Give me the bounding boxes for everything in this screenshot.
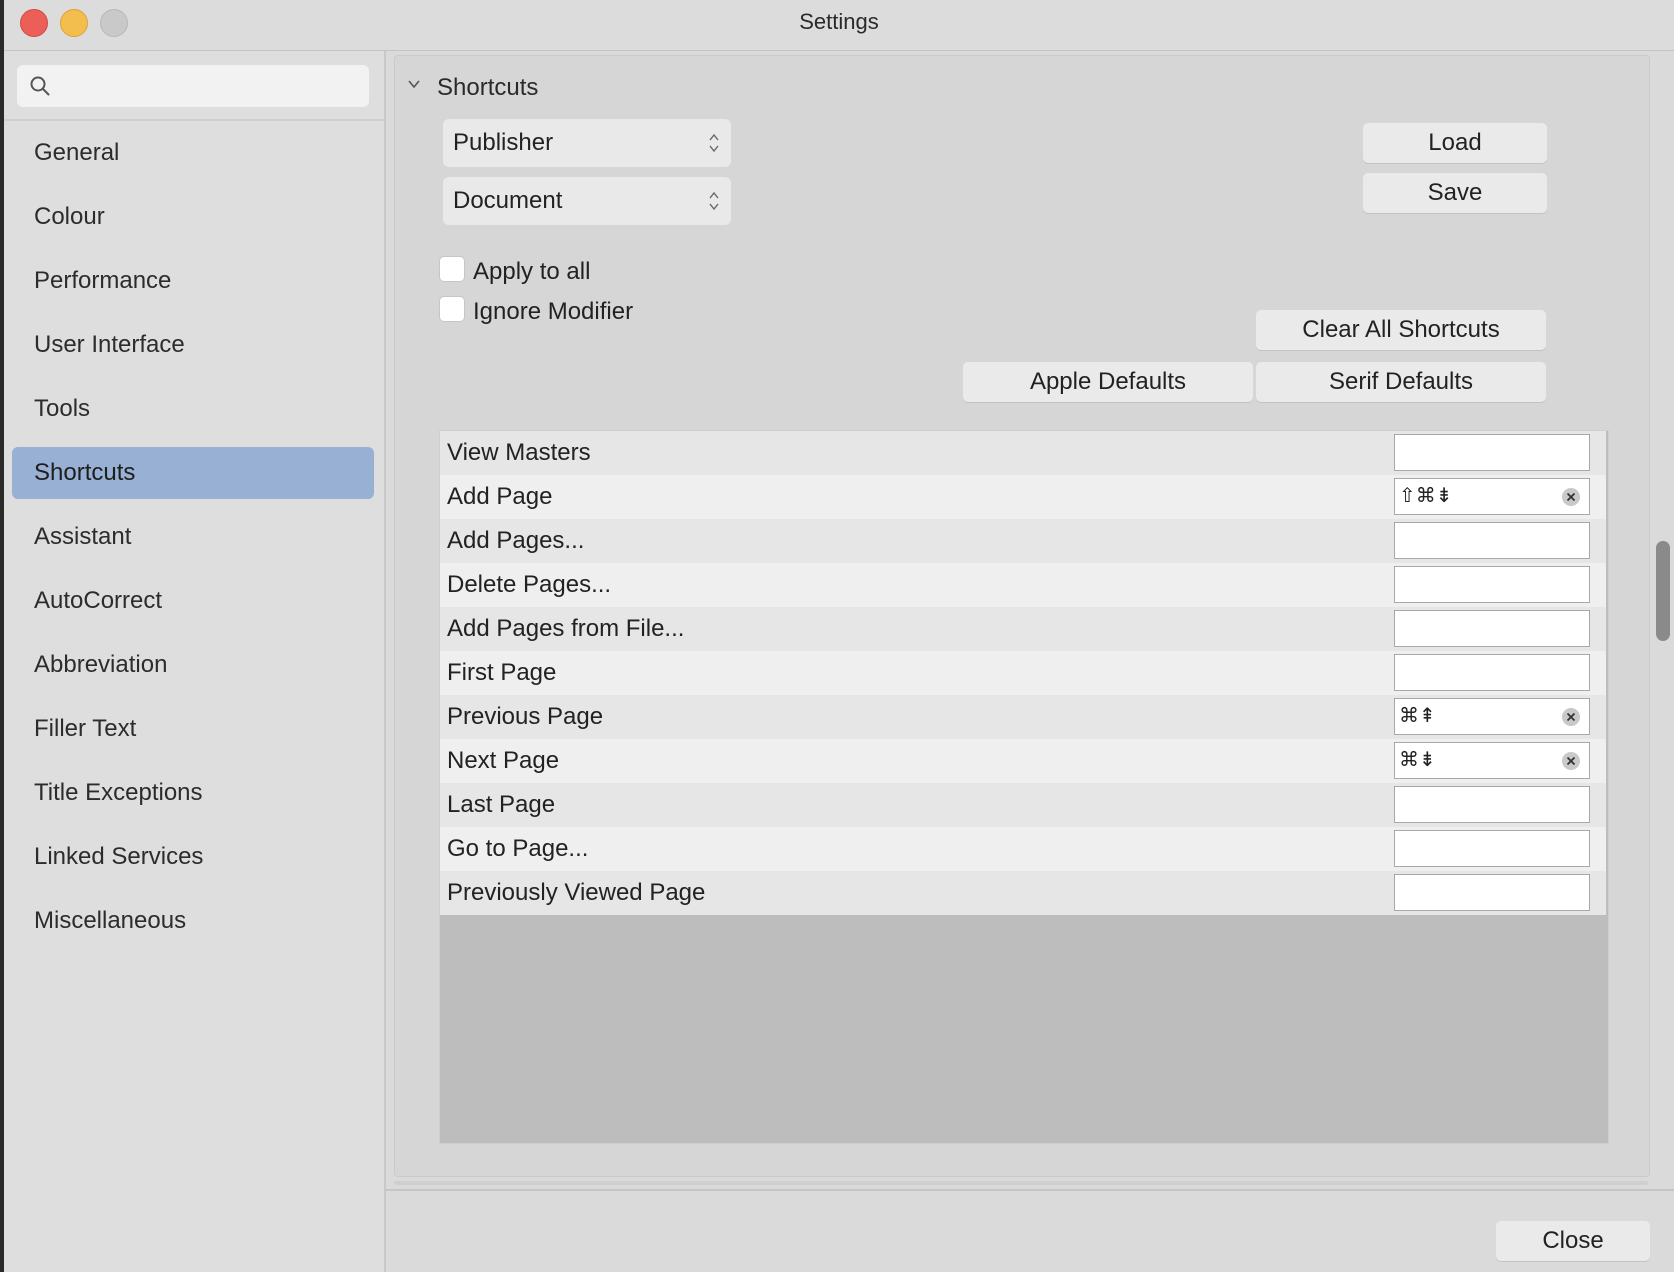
clear-all-shortcuts-button[interactable]: Clear All Shortcuts — [1256, 310, 1546, 350]
clear-shortcut-icon[interactable] — [1561, 487, 1581, 507]
shortcut-key-field[interactable] — [1394, 522, 1590, 559]
shortcut-label: Add Pages... — [447, 527, 585, 554]
shortcut-key-field[interactable] — [1394, 786, 1590, 823]
sidebar-item-linked-services[interactable]: Linked Services — [12, 831, 374, 883]
shortcut-row-add-page[interactable]: Add Page ⇧⌘⇟ — [440, 475, 1606, 519]
close-button[interactable]: Close — [1496, 1221, 1650, 1261]
shortcut-row-previously-viewed-page[interactable]: Previously Viewed Page — [440, 871, 1606, 915]
sidebar-item-miscellaneous[interactable]: Miscellaneous — [12, 895, 374, 947]
title-bar: Settings — [4, 0, 1674, 51]
shortcuts-panel: Shortcuts Publisher Document Load Save A… — [394, 55, 1650, 1177]
shortcut-label: Previously Viewed Page — [447, 879, 706, 906]
shortcut-row-delete-pages[interactable]: Delete Pages... — [440, 563, 1606, 607]
context-select-value: Document — [453, 187, 563, 214]
sidebar-item-title-exceptions[interactable]: Title Exceptions — [12, 767, 374, 819]
shortcut-row-first-page[interactable]: First Page — [440, 651, 1606, 695]
sidebar-item-filler-text[interactable]: Filler Text — [12, 703, 374, 755]
chevron-down-icon — [408, 80, 420, 89]
shortcut-label: Go to Page... — [447, 835, 589, 862]
sidebar-item-colour[interactable]: Colour — [12, 191, 374, 243]
shortcut-key-text: ⇧⌘⇟ — [1399, 483, 1453, 507]
shortcut-label: First Page — [447, 659, 557, 686]
up-down-arrows-icon — [709, 191, 719, 211]
sidebar-item-general[interactable]: General — [12, 127, 374, 179]
shortcut-key-text: ⌘⇞ — [1399, 703, 1436, 727]
shortcut-row-next-page[interactable]: Next Page ⌘⇟ — [440, 739, 1606, 783]
shortcut-label: Delete Pages... — [447, 571, 612, 598]
sidebar-item-assistant[interactable]: Assistant — [12, 511, 374, 563]
app-select-value: Publisher — [453, 129, 554, 156]
ignore-modifier-row[interactable]: Ignore Modifier — [439, 296, 633, 326]
shortcut-key-field[interactable]: ⌘⇞ — [1394, 698, 1590, 735]
scrollbar-thumb[interactable] — [1656, 541, 1670, 641]
ignore-modifier-label: Ignore Modifier — [473, 298, 634, 325]
footer-divider — [386, 1189, 1674, 1191]
sidebar-item-tools[interactable]: Tools — [12, 383, 374, 435]
clear-shortcut-icon[interactable] — [1561, 707, 1581, 727]
sidebar-divider — [4, 119, 384, 121]
shortcut-row-view-masters[interactable]: View Masters — [440, 431, 1606, 475]
serif-defaults-button[interactable]: Serif Defaults — [1256, 362, 1546, 402]
sidebar-item-abbreviation[interactable]: Abbreviation — [12, 639, 374, 691]
sidebar: General Colour Performance User Interfac… — [4, 51, 386, 1272]
shortcut-key-field[interactable]: ⌘⇟ — [1394, 742, 1590, 779]
shortcut-key-field[interactable] — [1394, 610, 1590, 647]
apply-to-all-label: Apply to all — [473, 258, 591, 285]
shortcut-key-field[interactable] — [1394, 654, 1590, 691]
shortcut-row-last-page[interactable]: Last Page — [440, 783, 1606, 827]
shortcut-key-field[interactable] — [1394, 434, 1590, 471]
shortcut-label: Next Page — [447, 747, 560, 774]
shortcut-key-field[interactable]: ⇧⌘⇟ — [1394, 478, 1590, 515]
shortcut-row-previous-page[interactable]: Previous Page ⌘⇞ — [440, 695, 1606, 739]
shortcut-key-field[interactable] — [1394, 566, 1590, 603]
apple-defaults-button[interactable]: Apple Defaults — [963, 362, 1253, 402]
shortcut-key-text: ⌘⇟ — [1399, 747, 1436, 771]
ignore-modifier-checkbox[interactable] — [439, 296, 465, 322]
clear-shortcut-icon[interactable] — [1561, 751, 1581, 771]
section-header[interactable]: Shortcuts — [407, 74, 538, 102]
sidebar-item-shortcuts[interactable]: Shortcuts — [12, 447, 374, 499]
shortcut-label: Previous Page — [447, 703, 604, 730]
shortcut-label: Last Page — [447, 791, 556, 818]
shortcut-key-field[interactable] — [1394, 830, 1590, 867]
load-button[interactable]: Load — [1363, 123, 1547, 163]
shortcut-key-field[interactable] — [1394, 874, 1590, 911]
apply-to-all-checkbox[interactable] — [439, 256, 465, 282]
sidebar-item-performance[interactable]: Performance — [12, 255, 374, 307]
window-title: Settings — [799, 9, 879, 34]
shortcut-row-add-pages[interactable]: Add Pages... — [440, 519, 1606, 563]
sidebar-item-user-interface[interactable]: User Interface — [12, 319, 374, 371]
shortcut-label: View Masters — [447, 439, 591, 466]
collapsed-panel-edge — [394, 1181, 1648, 1185]
up-down-arrows-icon — [709, 133, 719, 153]
apply-to-all-row[interactable]: Apply to all — [439, 256, 590, 286]
sidebar-nav: General Colour Performance User Interfac… — [12, 127, 374, 959]
app-select[interactable]: Publisher — [443, 119, 731, 167]
save-button[interactable]: Save — [1363, 173, 1547, 213]
search-input[interactable] — [17, 65, 369, 107]
search-icon — [30, 76, 50, 96]
main-content: Shortcuts Publisher Document Load Save A… — [386, 51, 1674, 1272]
settings-window: Settings General Colour Performance User… — [4, 0, 1674, 1272]
shortcut-row-go-to-page[interactable]: Go to Page... — [440, 827, 1606, 871]
context-select[interactable]: Document — [443, 177, 731, 225]
section-title: Shortcuts — [437, 74, 539, 101]
shortcut-label: Add Page — [447, 483, 553, 510]
shortcut-row-add-pages-from-file[interactable]: Add Pages from File... — [440, 607, 1606, 651]
shortcuts-list: View Masters Add Page ⇧⌘⇟ Add Pages... D… — [439, 430, 1609, 1144]
shortcut-label: Add Pages from File... — [447, 615, 685, 642]
sidebar-item-autocorrect[interactable]: AutoCorrect — [12, 575, 374, 627]
